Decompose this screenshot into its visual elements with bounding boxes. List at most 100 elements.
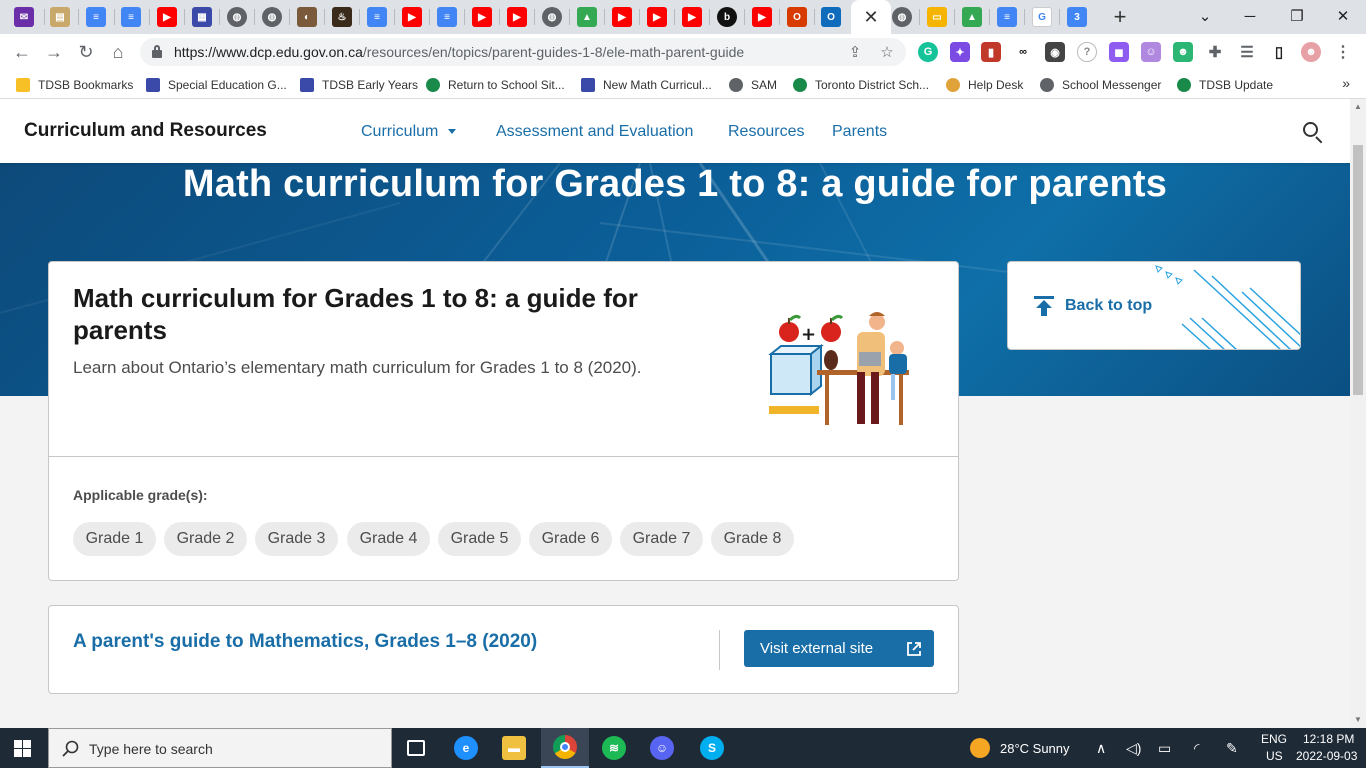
address-bar[interactable]: https://www.dcp.edu.gov.on.ca/resources/… bbox=[140, 38, 906, 66]
bot-extension-icon[interactable]: ☺ bbox=[1141, 42, 1161, 62]
restore-icon[interactable]: ❐ bbox=[1282, 4, 1312, 28]
glasses-extension-icon[interactable]: ∞ bbox=[1013, 42, 1033, 62]
page-scrollbar[interactable]: ▲ ▼ bbox=[1350, 99, 1366, 728]
docs-tab-icon[interactable]: ≡ bbox=[997, 7, 1017, 27]
share-icon[interactable]: ⇪ bbox=[846, 43, 864, 61]
youtube-tab-icon[interactable]: ▶ bbox=[472, 7, 492, 27]
scroll-up-icon[interactable]: ▲ bbox=[1353, 101, 1363, 111]
bookmark-item[interactable]: Return to School Sit... bbox=[426, 76, 565, 94]
forward-icon[interactable]: → bbox=[42, 40, 66, 64]
outlook-tab-icon[interactable]: O bbox=[821, 7, 841, 27]
close-window-icon[interactable]: ✕ bbox=[1328, 4, 1358, 28]
scrollbar-thumb[interactable] bbox=[1353, 145, 1363, 395]
nav-parents[interactable]: Parents bbox=[832, 123, 887, 141]
volume-icon[interactable]: ◁) bbox=[1126, 740, 1141, 757]
battery-icon[interactable]: ▭ bbox=[1158, 740, 1171, 757]
taskbar-search-box[interactable]: Type here to search bbox=[48, 728, 392, 768]
profile-avatar[interactable]: ☻ bbox=[1301, 42, 1321, 62]
fire-tab-icon[interactable]: ♨ bbox=[332, 7, 352, 27]
nav-curriculum[interactable]: Curriculum bbox=[361, 123, 457, 141]
youtube-tab-icon[interactable]: ▶ bbox=[752, 7, 772, 27]
reload-icon[interactable]: ↻ bbox=[74, 40, 98, 64]
image-tab-icon[interactable]: ◐ bbox=[297, 7, 317, 27]
wifi-icon[interactable]: ◜ bbox=[1194, 740, 1199, 757]
clipboard-tab-icon[interactable]: ▤ bbox=[50, 7, 70, 27]
url-text[interactable]: https://www.dcp.edu.gov.on.ca/resources/… bbox=[174, 44, 744, 60]
browser-menu-icon[interactable]: ⋮ bbox=[1333, 42, 1353, 62]
google-tab-icon[interactable]: G bbox=[1032, 7, 1052, 27]
grammarly-extension-icon[interactable]: G bbox=[918, 42, 938, 62]
book-extension-icon[interactable]: ▮ bbox=[981, 42, 1001, 62]
mail-tab-icon[interactable]: ✉ bbox=[14, 7, 34, 27]
puzzle-extension-icon[interactable]: ✦ bbox=[950, 42, 970, 62]
bookmark-item[interactable]: Toronto District Sch... bbox=[793, 76, 929, 94]
spotify-icon[interactable]: ≋ bbox=[590, 728, 638, 768]
docs-tab-icon[interactable]: ≡ bbox=[121, 7, 141, 27]
back-icon[interactable]: ← bbox=[10, 40, 34, 64]
resource-title-link[interactable]: A parent's guide to Mathematics, Grades … bbox=[73, 631, 537, 653]
clock-date[interactable]: 2022-09-03 bbox=[1296, 749, 1357, 763]
office-tab-icon[interactable]: O bbox=[787, 7, 807, 27]
bookmark-item[interactable]: New Math Curricul... bbox=[581, 76, 712, 94]
bookmark-item[interactable]: TDSB Bookmarks bbox=[16, 76, 133, 94]
youtube-tab-icon[interactable]: ▶ bbox=[682, 7, 702, 27]
bookmark-item[interactable]: TDSB Early Years bbox=[300, 76, 418, 94]
more-bookmarks-icon[interactable]: » bbox=[1342, 75, 1350, 91]
globe-tab-icon[interactable]: ◍ bbox=[542, 7, 562, 27]
forms-tab-icon[interactable]: ▦ bbox=[192, 7, 212, 27]
reading-list-icon[interactable]: ☰ bbox=[1237, 42, 1257, 62]
docs-tab-icon[interactable]: ≡ bbox=[86, 7, 106, 27]
search-icon[interactable] bbox=[1302, 121, 1324, 144]
youtube-tab-icon[interactable]: ▶ bbox=[612, 7, 632, 27]
keyboard-layout[interactable]: US bbox=[1266, 749, 1283, 763]
pen-icon[interactable]: ✎ bbox=[1226, 740, 1238, 757]
clock-time[interactable]: 12:18 PM bbox=[1303, 732, 1354, 746]
screenshot-extension-icon[interactable]: ◉ bbox=[1045, 42, 1065, 62]
nav-assessment[interactable]: Assessment and Evaluation bbox=[496, 123, 693, 141]
youtube-tab-icon[interactable]: ▶ bbox=[647, 7, 667, 27]
globe-tab-icon[interactable]: ◍ bbox=[227, 7, 247, 27]
drive-tab-icon[interactable]: ▲ bbox=[962, 7, 982, 27]
purple-extension-icon[interactable]: ◼ bbox=[1109, 42, 1129, 62]
windows-start-icon[interactable] bbox=[14, 740, 31, 757]
youtube-tab-icon[interactable]: ▶ bbox=[402, 7, 422, 27]
home-icon[interactable]: ⌂ bbox=[106, 40, 130, 64]
docs-tab-icon[interactable]: ≡ bbox=[437, 7, 457, 27]
weather-text[interactable]: 28°C Sunny bbox=[1000, 741, 1070, 756]
help-extension-icon[interactable]: ? bbox=[1077, 42, 1097, 62]
bookmark-item[interactable]: SAM bbox=[729, 76, 777, 94]
slides-tab-icon[interactable]: ▭ bbox=[927, 7, 947, 27]
calendar-tab-icon[interactable]: 3 bbox=[1067, 7, 1087, 27]
drive-tab-icon[interactable]: ▲ bbox=[577, 7, 597, 27]
visit-external-site-button[interactable]: Visit external site bbox=[744, 630, 934, 667]
extensions-puzzle-icon[interactable]: ✚ bbox=[1205, 42, 1225, 62]
youtube-tab-icon[interactable]: ▶ bbox=[507, 7, 527, 27]
globe-tab-icon[interactable]: ◍ bbox=[892, 7, 912, 27]
language-indicator[interactable]: ENG bbox=[1261, 732, 1287, 746]
docs-tab-icon[interactable]: ≡ bbox=[367, 7, 387, 27]
new-tab-button[interactable]: + bbox=[1108, 4, 1132, 30]
scroll-down-icon[interactable]: ▼ bbox=[1353, 714, 1363, 724]
lock-icon[interactable] bbox=[152, 45, 162, 58]
bookmark-item[interactable]: Help Desk bbox=[946, 76, 1023, 94]
bookmark-item[interactable]: Special Education G... bbox=[146, 76, 287, 94]
file-explorer-icon[interactable]: ▬ bbox=[490, 728, 538, 768]
site-title[interactable]: Curriculum and Resources bbox=[24, 120, 267, 142]
chevron-up-icon[interactable]: ∧ bbox=[1096, 740, 1106, 757]
bookmark-item[interactable]: School Messenger bbox=[1040, 76, 1161, 94]
task-view-icon[interactable] bbox=[392, 728, 440, 768]
green-extension-icon[interactable]: ☻ bbox=[1173, 42, 1193, 62]
youtube-tab-icon[interactable]: ▶ bbox=[157, 7, 177, 27]
bookmark-item[interactable]: TDSB Update bbox=[1177, 76, 1273, 94]
edge-icon[interactable]: e bbox=[442, 728, 490, 768]
bookmark-star-icon[interactable]: ☆ bbox=[878, 43, 896, 61]
close-tab-icon[interactable]: ✕ bbox=[862, 6, 880, 28]
weather-sun-icon[interactable] bbox=[970, 738, 990, 758]
discord-icon[interactable]: ☺ bbox=[638, 728, 686, 768]
side-panel-icon[interactable]: ▯ bbox=[1269, 42, 1289, 62]
chrome-icon[interactable] bbox=[541, 728, 589, 768]
minimize-icon[interactable]: ─ bbox=[1235, 4, 1265, 28]
tab-search-icon[interactable]: ⌄ bbox=[1190, 4, 1220, 28]
b-tab-icon[interactable]: b bbox=[717, 7, 737, 27]
globe-tab-icon[interactable]: ◍ bbox=[262, 7, 282, 27]
